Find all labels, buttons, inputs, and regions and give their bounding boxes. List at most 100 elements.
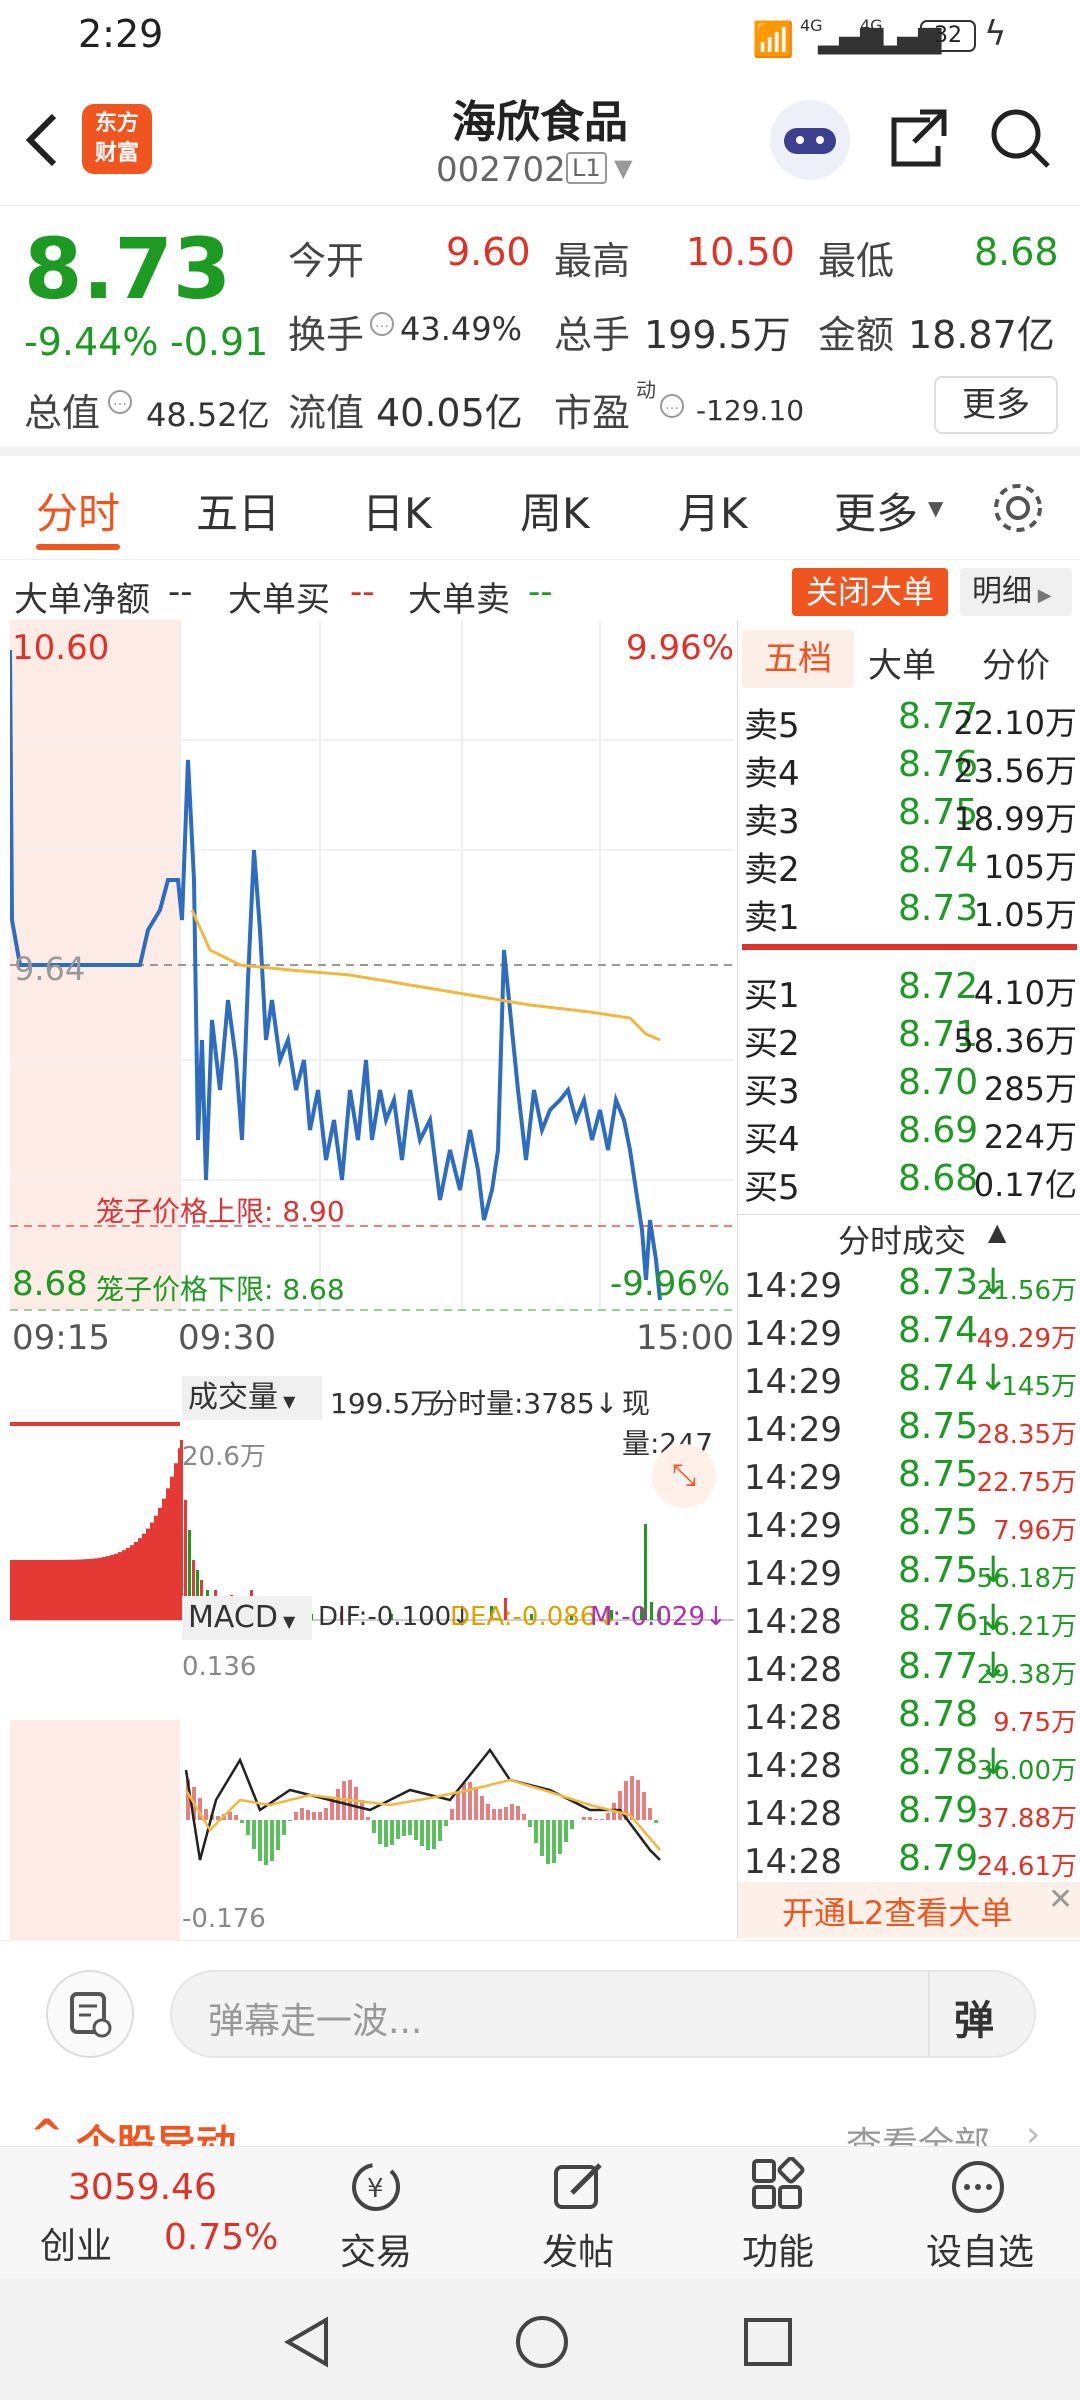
buy-level-row[interactable]: 买4 8.69 224万 bbox=[738, 1108, 1080, 1160]
time-start-label: 09:15 bbox=[12, 1318, 110, 1358]
trades-header[interactable]: 分时成交 bbox=[838, 1216, 966, 1262]
macd-bar bbox=[264, 1820, 268, 1865]
macd-bar bbox=[594, 1819, 598, 1820]
sell-level-row[interactable]: 卖1 8.73 1.05万 bbox=[738, 886, 1080, 938]
volume-bar bbox=[130, 1545, 134, 1620]
buy-level-row[interactable]: 买1 8.72 4.10万 bbox=[738, 964, 1080, 1016]
gear-icon[interactable] bbox=[990, 480, 1046, 536]
sell-level-row[interactable]: 卖5 8.77 22.10万 bbox=[738, 694, 1080, 746]
volume-selector[interactable]: 成交量 ▼ bbox=[182, 1376, 322, 1420]
close-big-order-button[interactable]: 关闭大单 bbox=[792, 568, 948, 616]
l2-banner[interactable]: 开通L2查看大单 ✕ bbox=[738, 1882, 1080, 1938]
volume-label: 总手 bbox=[554, 313, 631, 357]
back-triangle-icon[interactable] bbox=[280, 2314, 336, 2370]
macd-bar bbox=[402, 1820, 406, 1836]
sell-level-row[interactable]: 卖4 8.76 23.56万 bbox=[738, 742, 1080, 794]
turnover-label: 换手 bbox=[288, 313, 365, 357]
tab-monthly-k[interactable]: 月K bbox=[678, 480, 748, 541]
buy-level-row[interactable]: 买2 8.71 58.36万 bbox=[738, 1012, 1080, 1064]
tab-more[interactable]: 更多 bbox=[834, 480, 918, 541]
nav-trade[interactable]: ¥ 交易 bbox=[316, 2147, 436, 2279]
macd-bar bbox=[246, 1820, 250, 1835]
volume-bar bbox=[166, 1488, 170, 1620]
chevron-right-icon[interactable]: › bbox=[1026, 2114, 1040, 2146]
info-icon[interactable]: … bbox=[660, 394, 684, 418]
info-icon[interactable]: … bbox=[108, 390, 132, 414]
nav-post[interactable]: 发帖 bbox=[518, 2147, 638, 2279]
high-value: 10.50 bbox=[686, 230, 795, 274]
more-button[interactable]: 更多 bbox=[934, 376, 1058, 434]
buy-level-row[interactable]: 买3 8.70 285万 bbox=[738, 1060, 1080, 1112]
tab-daily-k[interactable]: 日K bbox=[362, 480, 432, 541]
volume-bar bbox=[26, 1560, 30, 1620]
trade-row: 14:29 8.75↓ 56.18万 bbox=[738, 1548, 1080, 1596]
volume-bar bbox=[138, 1538, 142, 1620]
share-icon[interactable] bbox=[886, 106, 950, 170]
notes-settings-icon[interactable] bbox=[46, 1970, 134, 2058]
tab-five-day[interactable]: 五日 bbox=[196, 480, 280, 541]
macd-bar bbox=[456, 1793, 460, 1820]
tab-price-dist[interactable]: 分价 bbox=[982, 638, 1050, 687]
level-badge[interactable]: L1 bbox=[566, 152, 607, 184]
search-icon[interactable] bbox=[988, 106, 1052, 170]
detail-button[interactable]: 明细 ▶ bbox=[960, 568, 1072, 616]
macd-bar bbox=[228, 1812, 232, 1820]
home-circle-icon[interactable] bbox=[512, 2312, 572, 2372]
tab-big-orders[interactable]: 大单 bbox=[868, 638, 936, 687]
comment-input[interactable]: 弹幕走一波... 弹 bbox=[170, 1970, 1036, 2058]
intraday-chart[interactable]: 10.60 9.96% 9.64 笼子价格上限: 8.90 8.68 笼子价格下… bbox=[10, 620, 734, 1940]
sell-level-volume: 22.10万 bbox=[953, 704, 1077, 742]
volume-bar bbox=[170, 1476, 174, 1620]
caret-down-icon[interactable]: ▼ bbox=[928, 496, 943, 520]
buy-level-label: 买1 bbox=[744, 976, 800, 1016]
macd-bar bbox=[528, 1820, 532, 1827]
volume-bar bbox=[106, 1556, 110, 1620]
danmu-toggle-icon[interactable]: 弹 bbox=[954, 1988, 994, 2046]
trade-time: 14:29 bbox=[744, 1266, 842, 1306]
buy-level-volume: 58.36万 bbox=[953, 1022, 1077, 1060]
wifi-icon: 📶 bbox=[752, 20, 795, 60]
sell-level-row[interactable]: 卖2 8.74 105万 bbox=[738, 838, 1080, 890]
order-book-panel: 五档 大单 分价 卖5 8.77 22.10万 卖4 8.76 23.56万 卖3 8.75 1… bbox=[737, 620, 1080, 1938]
macd-bar bbox=[432, 1820, 436, 1849]
index-name: 创业 bbox=[40, 2226, 113, 2267]
trade-time: 14:29 bbox=[744, 1362, 842, 1402]
macd-bar bbox=[306, 1810, 310, 1820]
macd-bar bbox=[504, 1807, 508, 1820]
recents-square-icon[interactable] bbox=[742, 2316, 794, 2368]
trade-volume: 145万 bbox=[1001, 1372, 1077, 1402]
big-net-label: 大单净额 bbox=[14, 580, 150, 620]
macd-bar bbox=[300, 1808, 304, 1820]
section-title: 个股异动 bbox=[76, 2122, 236, 2146]
time-end-label: 15:00 bbox=[636, 1318, 734, 1358]
volume-bar bbox=[18, 1560, 22, 1620]
caret-up-icon[interactable]: ▲ bbox=[988, 1218, 1006, 1246]
macd-bar bbox=[324, 1808, 328, 1820]
nav-functions[interactable]: 功能 bbox=[718, 2147, 838, 2279]
buy-level-volume: 224万 bbox=[983, 1118, 1077, 1156]
sell-level-label: 卖3 bbox=[744, 802, 800, 842]
assistant-robot-icon[interactable] bbox=[770, 100, 850, 180]
nav-post-label: 发帖 bbox=[542, 2232, 615, 2273]
macd-bar bbox=[654, 1820, 658, 1823]
trades-list[interactable]: 14:29 8.73↓ 21.56万 14:29 8.74 49.29万 14:29 8.74… bbox=[738, 1260, 1080, 1890]
macd-bar bbox=[474, 1787, 478, 1820]
sell-level-volume: 23.56万 bbox=[953, 752, 1077, 790]
close-icon[interactable]: ✕ bbox=[1048, 1882, 1073, 1917]
sell-level-row[interactable]: 卖3 8.75 18.99万 bbox=[738, 790, 1080, 842]
top-nav: 东方 财富 海欣食品 002702 L1 ▼ bbox=[0, 72, 1080, 206]
nav-add-favorite[interactable]: 设自选 bbox=[910, 2147, 1050, 2279]
expand-icon[interactable]: ⤡ bbox=[652, 1444, 716, 1508]
tab-intraday[interactable]: 分时 bbox=[36, 480, 120, 541]
buy-level-row[interactable]: 买5 8.68 0.17亿 bbox=[738, 1156, 1080, 1208]
macd-selector[interactable]: MACD ▼ bbox=[182, 1596, 312, 1640]
macd-bar bbox=[372, 1820, 376, 1833]
info-icon[interactable]: … bbox=[370, 312, 394, 336]
stock-events-header[interactable]: ^ 个股异动 查看全部 › bbox=[0, 2110, 1080, 2146]
view-all-link[interactable]: 查看全部 bbox=[846, 2116, 990, 2146]
caret-down-icon[interactable]: ▼ bbox=[614, 154, 632, 182]
index-ticker[interactable]: 3059.46 创业 0.75% bbox=[0, 2147, 300, 2279]
tab-five-levels[interactable]: 五档 bbox=[742, 630, 854, 688]
tab-weekly-k[interactable]: 周K bbox=[520, 480, 590, 541]
big-sell-label: 大单卖 bbox=[408, 580, 510, 620]
